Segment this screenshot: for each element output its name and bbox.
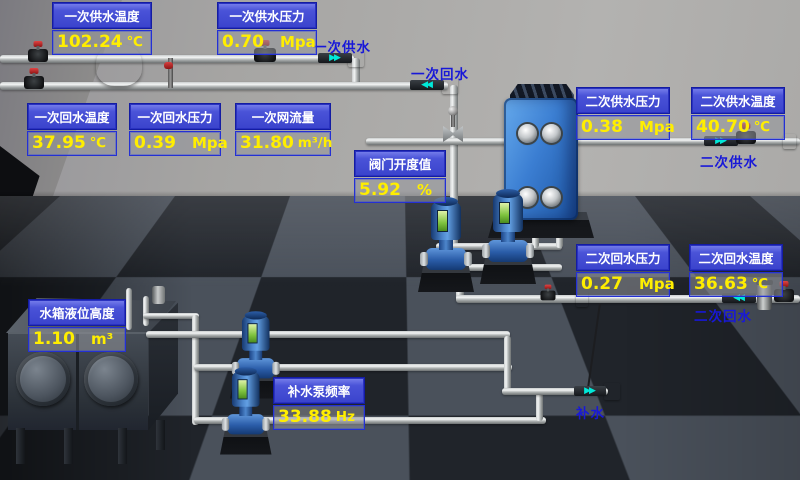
control-valve-body [443,126,463,142]
hx-port-bottom-right [542,188,561,207]
flow-arrow-makeup: ▶▶ [574,386,606,396]
gauge-title: 一次网流量 [235,103,331,130]
gauge-title: 一次供水温度 [52,2,152,29]
gauge-unit: m³/h [298,137,333,151]
gauge-value: 0.70 [222,34,264,51]
gauge-value: 0.27 [581,276,623,293]
gauge-value: 5.92 [359,182,401,199]
tank-top-pipe [143,296,149,326]
flow-right-icon: ▶▶ [584,387,594,396]
gauge-tank-level: 水箱液位高度 1.10 m³ [28,299,126,352]
circulation-pump-2[interactable] [480,192,536,284]
gauge-secondary-return-temp: 二次回水温度 36.63 ℃ [689,244,783,297]
pump-status-window [437,210,448,232]
hmi-heat-exchange-station-screen: ▶▶ ◀◀ ▶▶ ◀◀ ▶▶ [0,0,800,480]
gauge-value: 1.10 [33,331,75,348]
pipe-label-makeup: 补水 [576,402,605,422]
gauge-value: 37.95 [32,135,86,152]
pipe-primary-return [0,82,448,90]
gauge-makeup-pump-frequency: 补水泵频率 33.88 Hz [273,377,365,430]
pump-casing [227,414,264,434]
gauge-title: 水箱液位高度 [28,299,126,326]
gauge-primary-return-pressure: 一次回水压力 0.39Mpa [129,103,221,156]
gauge-unit: Mpa [639,277,675,292]
pipe-primary-supply [0,55,354,63]
gauge-value: 0.38 [581,119,623,136]
gauge-value: 102.24 [57,34,123,51]
pipe-tank-outlet [143,313,199,319]
tank-top-pipe [126,288,132,330]
gauge-unit: Mpa [192,136,228,151]
valve-return-drain[interactable] [541,291,556,301]
pump-casing [488,240,528,262]
pump-status-window [247,323,257,343]
gauge-unit: ℃ [754,121,770,135]
tank-leg [16,428,25,464]
valve-primary-return-left[interactable] [24,76,44,89]
gauge-title: 二次回水压力 [576,244,670,271]
gauge-title: 二次回水温度 [689,244,783,271]
gauge-unit: % [417,183,432,198]
tank-leg [156,420,165,450]
gauge-title: 二次供水温度 [691,87,785,114]
tank-manhole-cover-right [84,352,138,406]
gauge-unit: Hz [336,411,355,425]
gauge-title: 一次供水压力 [217,2,317,29]
pump-status-window [499,202,510,224]
gauge-unit: ℃ [127,36,143,50]
pipe-label-secondary-return: 二次回水 [694,305,752,325]
gauge-value: 31.80 [240,135,294,152]
pipe-makeup-elbow [536,391,543,421]
tank-leg [64,428,73,464]
gauge-value: 36.63 [694,276,748,293]
tank-manhole-cover-left [16,352,70,406]
gauge-secondary-return-pressure: 二次回水压力 0.27Mpa [576,244,670,297]
control-valve-stem [451,115,455,127]
pipe-makeup-riser [504,336,511,394]
gauge-title: 阀门开度值 [354,150,446,177]
pipe-label-secondary-supply: 二次供水 [700,151,758,171]
gauge-value: 0.39 [134,135,176,152]
gauge-title: 补水泵频率 [273,377,365,404]
bypass-valve-handle[interactable] [164,62,173,69]
gauge-secondary-supply-temp: 二次供水温度 40.70 ℃ [691,87,785,140]
gauge-primary-supply-pressure: 一次供水压力 0.70 Mpa [217,2,317,55]
tank-leg [118,428,127,464]
gauge-unit: ℃ [752,278,768,292]
gauge-value: 33.88 [278,409,332,426]
hx-port-top-left [518,124,537,143]
gauge-unit: Mpa [639,120,675,135]
makeup-pump-2[interactable] [220,370,272,455]
pipe-flange [604,383,620,400]
pump-casing [426,248,466,270]
gauge-unit: Mpa [280,35,316,50]
hx-port-top-right [542,124,561,143]
gauge-valve-opening: 阀门开度值 5.92% [354,150,446,203]
gauge-unit: m³ [91,332,113,347]
gauge-title: 二次供水压力 [576,87,670,114]
control-valve[interactable] [442,106,464,144]
pipe-label-primary-supply: 一次供水 [313,36,371,56]
gauge-secondary-supply-pressure: 二次供水压力 0.38Mpa [576,87,670,140]
gauge-value: 40.70 [696,119,750,136]
circulation-pump-1[interactable] [418,200,474,292]
gauge-primary-return-temp: 一次回水温度 37.95 ℃ [27,103,117,156]
gauge-title: 一次回水温度 [27,103,117,130]
tank-fitting [152,286,165,304]
pipe-label-primary-return: 一次回水 [411,63,469,83]
gauge-primary-supply-temp: 一次供水温度 102.24 ℃ [52,2,152,55]
pipe-suction-upper [146,331,510,338]
gauge-title: 一次回水压力 [129,103,221,130]
gauge-unit: ℃ [90,137,106,151]
valve-primary-supply-left[interactable] [28,49,48,62]
pump-status-window [237,379,247,399]
gauge-primary-flow: 一次网流量 31.80 m³/h [235,103,331,156]
